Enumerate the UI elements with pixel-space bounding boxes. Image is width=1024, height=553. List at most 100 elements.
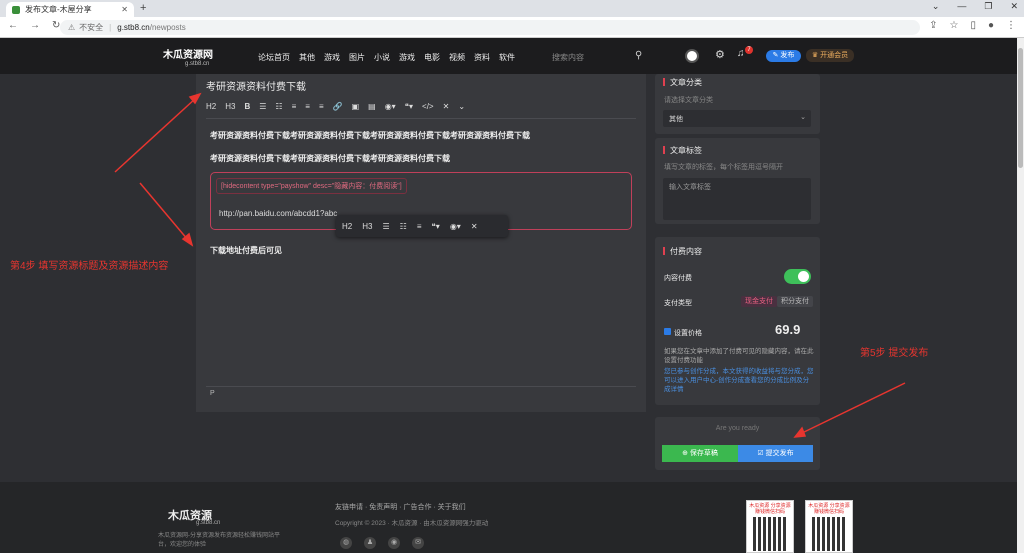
arrow-to-title (114, 97, 197, 173)
panel-hint: 填写文章的标签，每个标签用逗号隔开 (664, 164, 783, 171)
footer-copyright: Copyright © 2023 · 木瓜资源 · 由木瓜资源网强力驱动 (335, 520, 489, 527)
post-editor: 考研资源资料付费下载 H2 H3 B ☰ ☷ ≡ ≡ ≡ 🔗 ▣ ▤ ◉▾ ❝▾… (196, 74, 646, 412)
chevron-down-icon: ⌄ (800, 114, 806, 121)
nav-item[interactable]: 游戏 (399, 52, 415, 63)
vip-button[interactable]: ♛ 开通会员 (806, 49, 854, 62)
pay-points-option[interactable]: 积分支付 (777, 296, 813, 307)
image-icon[interactable]: ▣ (352, 102, 360, 111)
nav-item[interactable]: 图片 (349, 52, 365, 63)
ordered-list-icon[interactable]: ☷ (275, 102, 282, 111)
panel-title: 文章分类 (663, 77, 702, 88)
browser-tab[interactable]: 发布文章-木屋分享 ✕ (6, 2, 134, 17)
content-paid-toggle[interactable] (784, 269, 811, 284)
site-header: 木瓜资源网 g.stb8.cn 论坛首页 其他 游戏 图片 小说 游戏 电影 视… (0, 38, 1017, 74)
nav-item[interactable]: 其他 (299, 52, 315, 63)
nav-item[interactable]: 资料 (474, 52, 490, 63)
align-left-icon[interactable]: ≡ (292, 102, 297, 111)
step5-annotation: 第5步 提交发布 (860, 348, 929, 359)
email-icon[interactable]: ✉ (412, 537, 424, 549)
nav-item[interactable]: 论坛首页 (258, 52, 290, 63)
back-icon[interactable]: ← (8, 20, 18, 31)
url-text: g.stb8.cn/newposts (117, 23, 186, 32)
code-icon[interactable]: </> (422, 102, 434, 111)
link-icon[interactable]: 🔗 (333, 102, 343, 111)
content-paragraph[interactable]: 下载地址付费后可见 (210, 245, 282, 256)
tags-input[interactable]: 输入文章标签 (663, 178, 811, 220)
pay-cash-option[interactable]: 现金支付 (741, 296, 777, 307)
heading2-button[interactable]: H2 (206, 102, 216, 111)
profile-icon[interactable]: ● (988, 20, 994, 31)
notification-badge: 7 (745, 46, 753, 54)
settings-icon[interactable]: ⚙ (715, 48, 725, 61)
align-right-icon[interactable]: ≡ (319, 102, 324, 111)
avatar[interactable] (685, 49, 699, 63)
title-input[interactable]: 考研资源资料付费下载 (206, 78, 306, 93)
new-tab-icon[interactable]: + (140, 2, 146, 14)
hidden-content-tag: [hidecontent type="payshow" desc="隐藏内容：付… (216, 178, 407, 194)
content-paragraph[interactable]: 考研资源资料付费下载考研资源资料付费下载考研资源资料付费下载 (210, 153, 450, 164)
nav-item[interactable]: 视频 (449, 52, 465, 63)
nav-item[interactable]: 电影 (424, 52, 440, 63)
omnibox[interactable]: ⚠ 不安全 | g.stb8.cn/newposts (60, 20, 920, 35)
page-scrollbar[interactable] (1017, 38, 1024, 553)
arrowhead-content (181, 232, 194, 247)
bullet-list-icon[interactable]: ☰ (259, 102, 266, 111)
social-links: ◍ ♟ ◉ ✉ (340, 537, 424, 549)
content-paragraph[interactable]: 考研资源资料付费下载考研资源资料付费下载考研资源资料付费下载考研资源资料付费下载 (210, 130, 530, 141)
delete-icon[interactable]: ✕ (471, 222, 478, 231)
weibo-icon[interactable]: ◉ (388, 537, 400, 549)
window-controls: ⌄ — ❐ ✕ (932, 1, 1018, 12)
footer-description: 木瓜资源网-分享资源发布资源轻松赚钱网站平台，欢迎您的体验 (158, 533, 280, 548)
site-footer: 木瓜资源 g.stb8.cn 木瓜资源网-分享资源发布资源轻松赚钱网站平台，欢迎… (0, 482, 1017, 553)
warning-icon[interactable]: ⚠ (68, 23, 75, 32)
site-logo[interactable]: 木瓜资源网 g.stb8.cn (163, 46, 213, 67)
close-window-icon[interactable]: ✕ (1010, 1, 1018, 12)
more-icon[interactable]: ⌄ (458, 102, 465, 111)
heading3-button[interactable]: H3 (362, 222, 372, 231)
save-draft-button[interactable]: ⊕ 保存草稿 (662, 445, 738, 462)
restore-icon[interactable]: ❐ (984, 1, 992, 12)
menu-icon[interactable]: ⋮ (1006, 20, 1016, 31)
price-input[interactable]: 69.9 (775, 322, 800, 337)
revenue-share-note[interactable]: 您已参与创作分成，本文获得的收益将与您分成，您可以进入用户中心-创作分成查看您的… (664, 367, 814, 394)
dropdown-icon[interactable]: ⌄ (932, 1, 940, 12)
hide-content-icon[interactable]: ◉▾ (450, 222, 461, 231)
hide-content-icon[interactable]: ◉▾ (385, 102, 396, 111)
bullet-list-icon[interactable]: ☰ (382, 222, 389, 231)
bell-icon[interactable]: ♫ (737, 48, 745, 59)
forward-icon[interactable]: → (30, 20, 40, 31)
nav-item[interactable]: 小说 (374, 52, 390, 63)
quote-icon[interactable]: ❝▾ (431, 222, 439, 231)
video-icon[interactable]: ▤ (368, 102, 376, 111)
qq-icon[interactable]: ♟ (364, 537, 376, 549)
search-input[interactable]: 搜索内容 (552, 52, 584, 63)
align-center-icon[interactable]: ≡ (417, 222, 422, 231)
nav-item[interactable]: 软件 (499, 52, 515, 63)
ordered-list-icon[interactable]: ☷ (400, 222, 407, 231)
qr-code-icon (812, 517, 846, 551)
nav-buttons: ← → ↻ (8, 20, 60, 31)
footer-logo-sub: g.stb8.cn (196, 520, 221, 526)
bold-button[interactable]: B (244, 102, 250, 111)
sidepanel-icon[interactable]: ▯ (970, 20, 976, 31)
align-center-icon[interactable]: ≡ (305, 102, 310, 111)
footer-links[interactable]: 友链申请 · 免责声明 · 广告合作 · 关于我们 (335, 502, 466, 512)
nav-item[interactable]: 游戏 (324, 52, 340, 63)
category-select[interactable]: 其他 ⌄ (663, 110, 811, 127)
wechat-icon[interactable]: ◍ (340, 537, 352, 549)
publish-button[interactable]: ✎ 发布 (766, 50, 801, 62)
search-icon[interactable]: ⚲ (635, 50, 642, 61)
address-bar: ← → ↻ ⚠ 不安全 | g.stb8.cn/newposts ⇪ ☆ ▯ ●… (0, 17, 1024, 38)
hidden-link-text[interactable]: http://pan.baidu.com/abcdd1?abc (219, 209, 337, 218)
quote-icon[interactable]: ❝▾ (405, 102, 413, 111)
qr-code: 木瓜资源 分享资源赚钱微信扫码 (746, 500, 794, 553)
submit-publish-button[interactable]: ☑ 提交发布 (738, 445, 813, 462)
share-icon[interactable]: ⇪ (929, 20, 937, 31)
heading2-button[interactable]: H2 (342, 222, 352, 231)
close-tab-icon[interactable]: ✕ (121, 5, 128, 14)
fullscreen-icon[interactable]: ✕ (443, 102, 450, 111)
tab-title: 发布文章-木屋分享 (25, 5, 92, 14)
heading3-button[interactable]: H3 (225, 102, 235, 111)
star-icon[interactable]: ☆ (949, 20, 958, 31)
minimize-icon[interactable]: — (957, 1, 966, 12)
